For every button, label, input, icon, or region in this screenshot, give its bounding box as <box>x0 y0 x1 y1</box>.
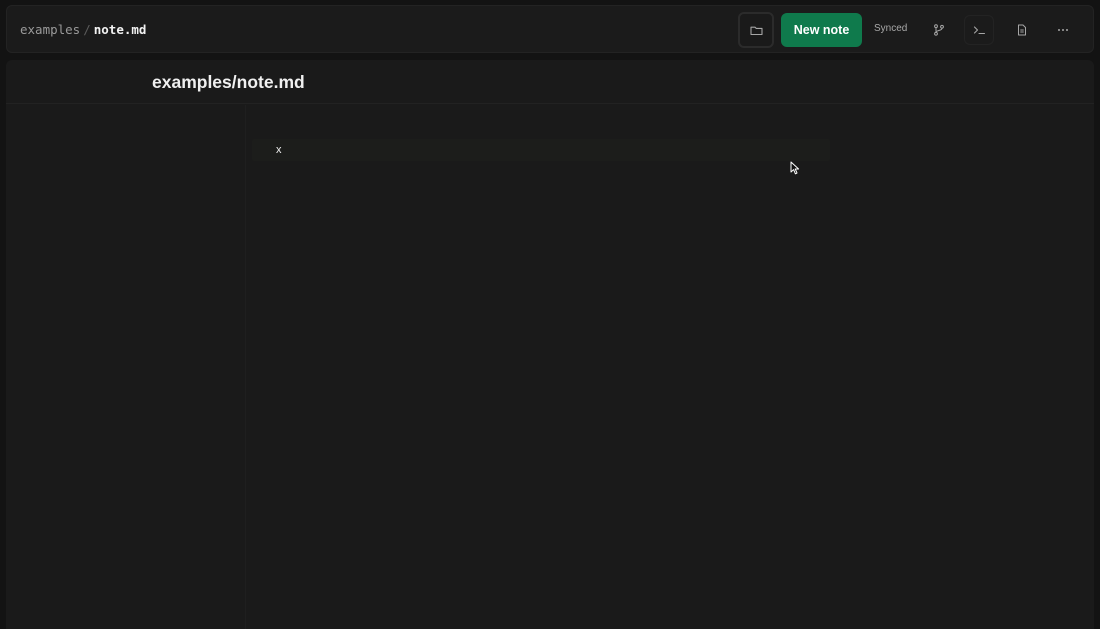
breadcrumb: examples / note.md <box>20 21 146 38</box>
app-window: examples / note.md New note Synced examp… <box>0 0 1100 629</box>
breadcrumb-separator: / <box>83 22 91 37</box>
editor-divider <box>245 105 246 629</box>
folder-button[interactable] <box>738 12 774 48</box>
editor-line-text[interactable]: x <box>276 144 282 156</box>
terminal-icon <box>973 26 985 35</box>
file-header: examples/note.md <box>6 60 1094 104</box>
file-title: examples/note.md <box>152 72 305 92</box>
breadcrumb-file: note.md <box>93 22 147 37</box>
breadcrumb-folder[interactable]: examples <box>20 22 80 37</box>
top-bar: examples / note.md New note Synced <box>6 5 1094 53</box>
new-note-button[interactable]: New note <box>781 13 862 47</box>
sync-status: Synced <box>874 23 908 34</box>
editor-panel: examples/note.md x <box>6 60 1094 629</box>
more-options-button[interactable] <box>1048 15 1078 45</box>
document-icon <box>1018 24 1026 36</box>
folder-icon <box>749 26 763 35</box>
git-branch-button[interactable] <box>924 15 954 45</box>
git-branch-icon <box>934 24 944 36</box>
mouse-pointer-icon <box>790 161 800 175</box>
more-horizontal-icon <box>1058 29 1068 31</box>
editor-active-line[interactable] <box>252 139 830 161</box>
terminal-button[interactable] <box>964 15 994 45</box>
document-button[interactable] <box>1007 15 1037 45</box>
